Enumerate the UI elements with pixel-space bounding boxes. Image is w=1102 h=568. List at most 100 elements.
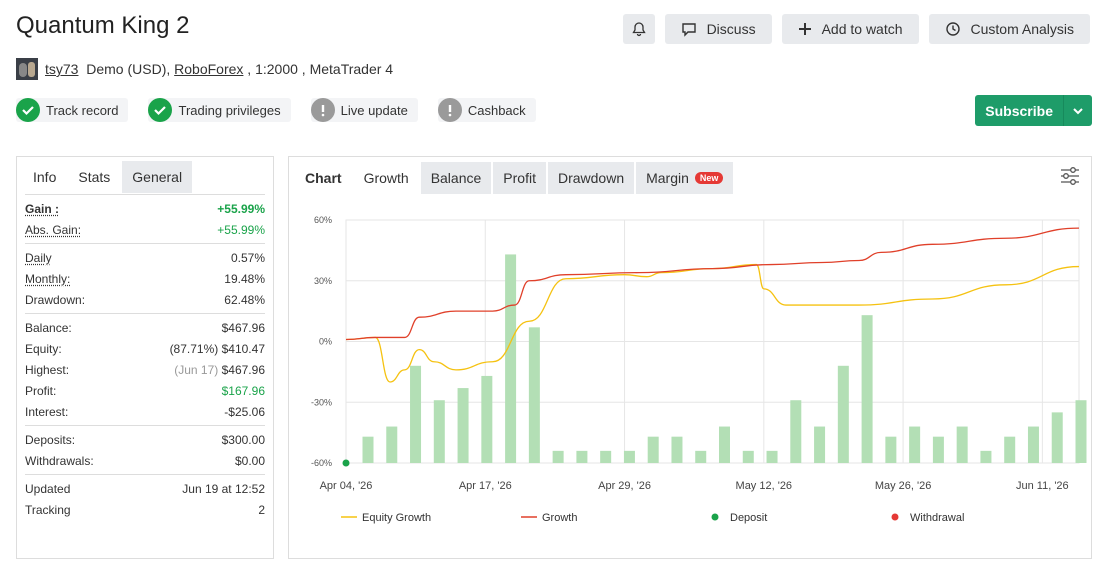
subscribe-label[interactable]: Subscribe bbox=[975, 95, 1064, 126]
bar bbox=[1075, 400, 1087, 463]
new-badge: New bbox=[694, 172, 724, 184]
bar bbox=[980, 450, 992, 463]
bar bbox=[956, 426, 968, 463]
bar bbox=[623, 450, 635, 463]
daily-label[interactable]: Daily bbox=[25, 251, 52, 265]
broker-link[interactable]: RoboForex bbox=[174, 61, 243, 77]
subscribe-dropdown[interactable] bbox=[1064, 95, 1092, 126]
equity-label: Equity: bbox=[25, 341, 62, 356]
deposits-label: Deposits: bbox=[25, 432, 76, 447]
badge-label: Track record bbox=[46, 102, 119, 118]
account-type: Demo (USD), bbox=[86, 61, 171, 77]
profit-label: Profit: bbox=[25, 383, 57, 398]
gain-label[interactable]: Gain : bbox=[25, 202, 59, 216]
badge-label: Live update bbox=[340, 102, 408, 118]
discuss-button[interactable]: Discuss bbox=[664, 14, 772, 44]
user-link[interactable]: tsy73 bbox=[45, 61, 78, 77]
bar bbox=[861, 315, 873, 463]
tab-drawdown[interactable]: Drawdown bbox=[547, 162, 635, 194]
bar bbox=[695, 450, 707, 463]
deposit-point bbox=[342, 459, 350, 467]
badge-trading-privileges[interactable]: Trading privileges bbox=[148, 98, 291, 122]
tab-chart[interactable]: Chart bbox=[295, 162, 352, 194]
tab-growth[interactable]: Growth bbox=[354, 162, 419, 194]
notify-button[interactable] bbox=[622, 14, 655, 44]
check-icon bbox=[148, 98, 173, 122]
x-tick-label: Apr 29, '26 bbox=[598, 480, 651, 492]
gain-value: +55.99% bbox=[217, 201, 265, 216]
tab-general[interactable]: General bbox=[122, 161, 193, 193]
bar bbox=[742, 450, 754, 463]
y-tick-label: -60% bbox=[311, 458, 332, 468]
clock-icon bbox=[945, 22, 960, 36]
y-tick-label: 0% bbox=[319, 337, 332, 347]
bar bbox=[1027, 426, 1039, 463]
interest-value: -$25.06 bbox=[224, 404, 265, 419]
chart-tabs: Chart Growth Balance Profit Drawdown Mar… bbox=[289, 157, 1091, 194]
equity-growth-line bbox=[345, 263, 1080, 383]
x-tick-label: May 12, '26 bbox=[736, 480, 793, 492]
bar bbox=[790, 400, 802, 463]
badge-track-record[interactable]: Track record bbox=[16, 98, 129, 122]
legend-withdrawal: Withdrawal bbox=[910, 512, 964, 524]
balance-label: Balance: bbox=[25, 320, 72, 335]
bar bbox=[552, 450, 564, 463]
bar bbox=[1051, 412, 1063, 463]
avatar[interactable] bbox=[16, 58, 38, 80]
plus-icon bbox=[798, 23, 811, 35]
updated-label: Updated bbox=[25, 481, 71, 496]
growth-line bbox=[345, 227, 1080, 341]
daily-value: 0.57% bbox=[230, 250, 265, 265]
add-to-watch-button[interactable]: Add to watch bbox=[781, 14, 919, 44]
stats-tabs: Info Stats General bbox=[17, 157, 273, 194]
interest-label: Interest: bbox=[25, 404, 69, 419]
badge-cashback[interactable]: Cashback bbox=[437, 98, 536, 122]
tab-profit[interactable]: Profit bbox=[493, 162, 546, 194]
bar bbox=[837, 365, 849, 463]
header-actions: Discuss Add to watch Custom Analysis bbox=[622, 14, 1090, 44]
bar bbox=[362, 436, 374, 463]
y-tick-label: 60% bbox=[314, 215, 332, 225]
tab-info[interactable]: Info bbox=[23, 161, 66, 193]
equity-pct: (87.71%) bbox=[169, 341, 219, 356]
leverage-platform: , 1:2000 , MetaTrader 4 bbox=[243, 61, 394, 77]
abs-gain-value: +55.99% bbox=[217, 222, 265, 237]
x-tick-label: May 26, '26 bbox=[875, 480, 932, 492]
updated-value: Jun 19 at 12:52 bbox=[182, 481, 265, 496]
bar bbox=[647, 436, 659, 463]
subscribe-button[interactable]: Subscribe bbox=[975, 95, 1092, 126]
monthly-label[interactable]: Monthly: bbox=[25, 272, 70, 286]
abs-gain-label[interactable]: Abs. Gain: bbox=[25, 223, 81, 237]
bar bbox=[600, 450, 612, 463]
legend-deposit-marker bbox=[711, 513, 719, 521]
chat-icon bbox=[681, 23, 696, 37]
stats-panel: Info Stats General Gain : +55.99% Abs. Ga… bbox=[16, 156, 274, 559]
bar bbox=[457, 388, 469, 463]
exclamation-icon bbox=[310, 98, 335, 122]
page-title: Quantum King 2 bbox=[16, 12, 190, 39]
margin-label: Margin bbox=[646, 170, 689, 186]
bar bbox=[505, 254, 517, 463]
chevron-down-icon bbox=[1073, 107, 1083, 114]
equity-value: $410.47 bbox=[221, 341, 265, 356]
tab-margin[interactable]: Margin New bbox=[636, 162, 734, 194]
tab-balance[interactable]: Balance bbox=[420, 162, 492, 194]
chart-settings-button[interactable] bbox=[1059, 165, 1081, 192]
bar bbox=[386, 426, 398, 463]
drawdown-label: Drawdown: bbox=[25, 292, 86, 307]
bar bbox=[433, 400, 445, 463]
badge-live-update[interactable]: Live update bbox=[310, 98, 418, 122]
bar bbox=[885, 436, 897, 463]
highest-label: Highest: bbox=[25, 362, 70, 377]
y-tick-label: -30% bbox=[311, 397, 332, 407]
legend-growth: Growth bbox=[542, 512, 577, 524]
custom-analysis-button[interactable]: Custom Analysis bbox=[928, 14, 1090, 44]
growth-chart[interactable]: 60% 30% 0% -30% -60% Apr 04, '26 Apr 17, '26 Ap… bbox=[289, 197, 1091, 557]
tab-stats[interactable]: Stats bbox=[68, 161, 121, 193]
legend-equity-growth: Equity Growth bbox=[362, 512, 431, 524]
badge-label: Trading privileges bbox=[178, 102, 281, 118]
account-meta: tsy73 Demo (USD), RoboForex , 1:2000 , M… bbox=[16, 58, 393, 80]
drawdown-value: 62.48% bbox=[224, 292, 265, 307]
bar bbox=[1004, 436, 1016, 463]
sliders-icon bbox=[1061, 167, 1079, 185]
